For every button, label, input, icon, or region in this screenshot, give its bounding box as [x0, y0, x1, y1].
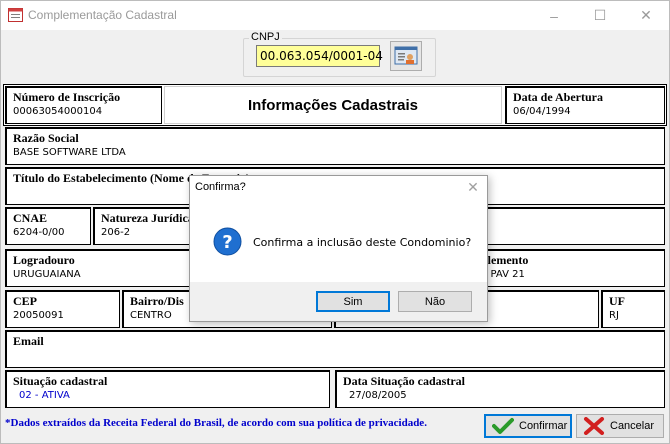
cnpj-input[interactable]: 00.063.054/0001-04 — [256, 45, 383, 67]
logradouro-value[interactable]: URUGUAIANA — [13, 269, 81, 280]
dialog-title: Confirma? — [195, 181, 246, 193]
cnpj-label: CNPJ — [249, 31, 282, 43]
red-x-icon — [584, 417, 604, 435]
razao-social-value[interactable]: BASE SOFTWARE LTDA — [13, 147, 126, 158]
cnae-value[interactable]: 6204-0/00 — [13, 227, 65, 238]
main-window: Complementação Cadastral – ☐ ✕ CNPJ 00.0… — [0, 0, 670, 444]
situacao-cadastral-value[interactable]: 02 - ATIVA — [19, 390, 70, 401]
natureza-juridica-label: Natureza Jurídica — [101, 211, 194, 225]
complemento-label: plemento — [481, 253, 529, 267]
cancel-button-label: Cancelar — [610, 420, 655, 432]
data-abertura-label: Data de Abertura — [513, 90, 603, 104]
close-button[interactable]: ✕ — [623, 1, 669, 30]
data-situacao-value[interactable]: 27/08/2005 — [349, 390, 407, 401]
dialog-yes-button[interactable]: Sim — [316, 291, 390, 312]
uf-label: UF — [609, 294, 625, 308]
razao-social-label: Razão Social — [13, 131, 79, 145]
numero-inscricao-label: Número de Inscrição — [13, 90, 121, 104]
logradouro-label: Logradouro — [13, 253, 75, 267]
dialog-no-button[interactable]: Não — [398, 291, 472, 312]
numero-inscricao-value[interactable]: 00063054000104 — [13, 106, 102, 117]
cnae-label: CNAE — [13, 211, 48, 225]
situacao-cadastral-label: Situação cadastral — [13, 374, 108, 388]
situacao-cadastral-field: Situação cadastral 02 - ATIVA — [5, 370, 330, 408]
app-form-icon — [8, 8, 23, 22]
address-card-icon — [394, 46, 418, 65]
confirm-button-label: Confirmar — [519, 420, 568, 432]
numero-inscricao-field: Número de Inscrição 00063054000104 — [5, 86, 162, 124]
dialog-message: Confirma a inclusão deste Condominio? — [253, 236, 472, 249]
data-abertura-field: Data de Abertura 06/04/1994 — [505, 86, 665, 124]
bairro-label: Bairro/Dis — [130, 294, 184, 308]
data-situacao-field: Data Situação cadastral 27/08/2005 — [335, 370, 665, 408]
confirm-button[interactable]: Confirmar — [484, 414, 572, 438]
confirm-dialog: Confirma? ✕ ? Confirma a inclusão deste … — [189, 175, 488, 322]
minimize-button[interactable]: – — [531, 1, 577, 30]
privacy-footnote: *Dados extraídos da Receita Federal do B… — [5, 417, 427, 429]
razao-social-field: Razão Social BASE SOFTWARE LTDA — [5, 127, 665, 165]
form-heading: Informações Cadastrais — [247, 96, 419, 114]
question-icon: ? — [213, 227, 242, 256]
natureza-juridica-value[interactable]: 206-2 — [101, 227, 130, 238]
title-bar[interactable]: Complementação Cadastral – ☐ ✕ — [1, 1, 669, 30]
checkmark-icon — [492, 418, 514, 434]
cnpj-lookup-button[interactable] — [390, 41, 422, 71]
cep-value[interactable]: 20050091 — [13, 310, 64, 321]
cep-label: CEP — [13, 294, 37, 308]
window-title: Complementação Cadastral — [28, 8, 177, 22]
dialog-close-button[interactable]: ✕ — [464, 179, 482, 197]
bairro-value[interactable]: CENTRO — [130, 310, 172, 321]
cep-field: CEP 20050091 — [5, 290, 120, 328]
data-abertura-value[interactable]: 06/04/1994 — [513, 106, 571, 117]
uf-field: UF RJ — [601, 290, 665, 328]
email-field: Email — [5, 330, 665, 368]
cnae-field: CNAE 6204-0/00 — [5, 207, 91, 245]
cancel-button[interactable]: Cancelar — [576, 414, 664, 438]
maximize-button[interactable]: ☐ — [577, 1, 623, 30]
complemento-field: plemento 2 PAV 21 — [473, 249, 665, 287]
uf-value[interactable]: RJ — [609, 310, 619, 321]
email-label: Email — [13, 334, 44, 348]
header-title-box: Informações Cadastrais — [164, 86, 502, 124]
svg-text:?: ? — [222, 232, 232, 253]
data-situacao-label: Data Situação cadastral — [343, 374, 465, 388]
